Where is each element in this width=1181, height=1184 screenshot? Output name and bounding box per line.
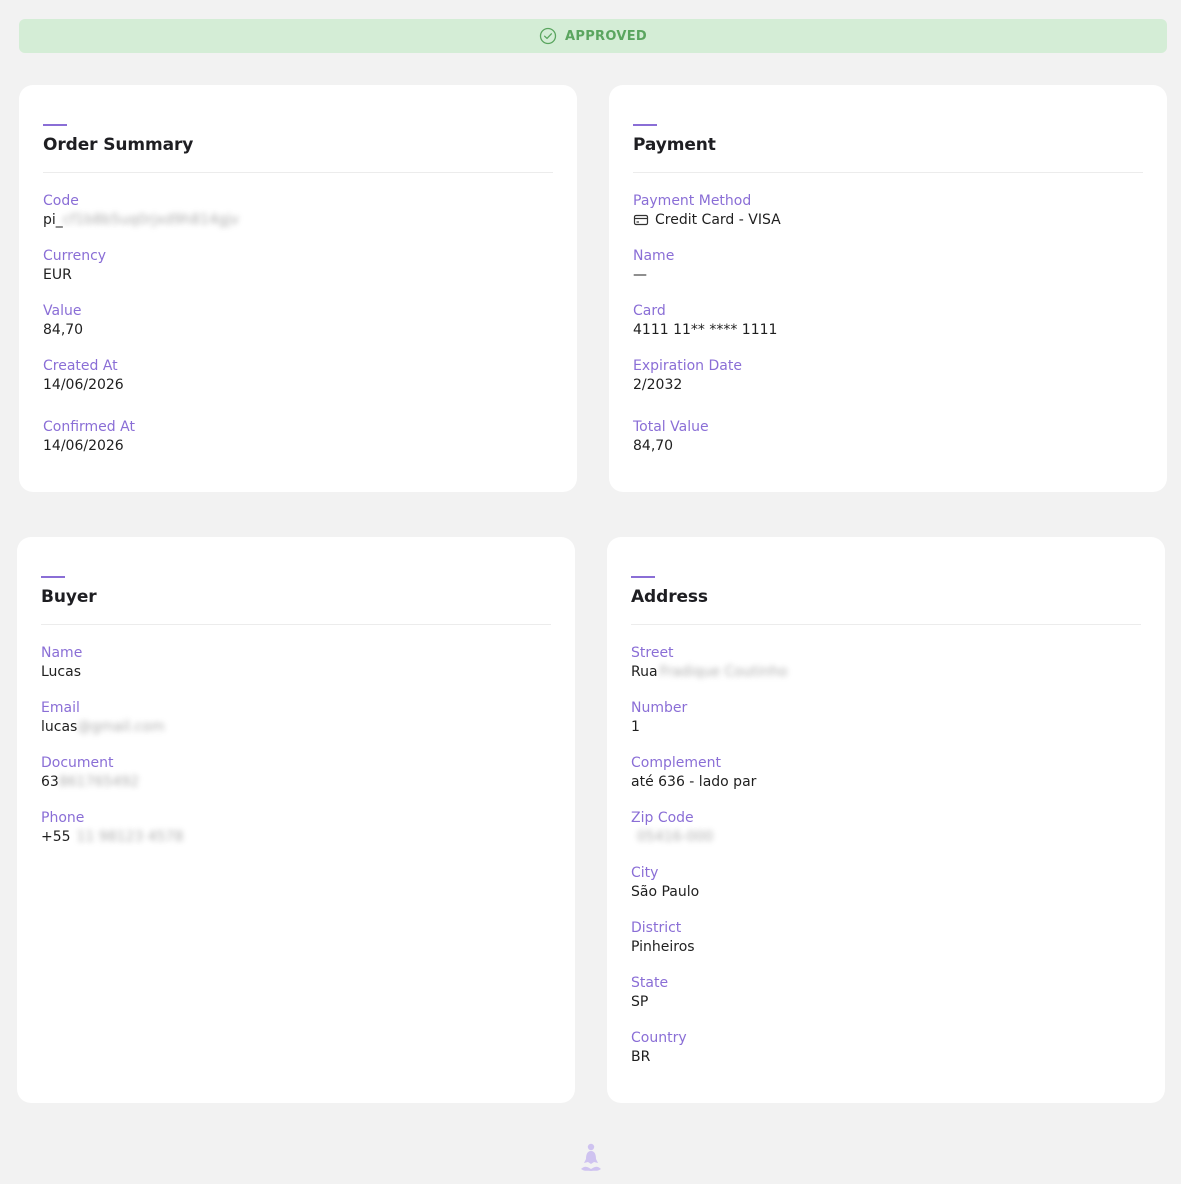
field-label: Street <box>631 645 674 661</box>
field-code: Code pi_ cf1b8b5uq0rjxd9h814gjv <box>43 192 553 230</box>
field-label: Confirmed At <box>43 419 135 435</box>
field-label: Number <box>631 700 688 716</box>
field-country: Country BR <box>631 1029 1141 1067</box>
field-value: 84,70 <box>43 322 84 338</box>
buyer-card: Buyer Name Lucas Email lucas @gmail.com D… <box>17 537 575 1103</box>
field-value: 1 <box>631 719 640 735</box>
field-value: Credit Card - VISA <box>633 210 1143 230</box>
field-value: BR <box>631 1049 651 1065</box>
field-value: 84,70 <box>633 438 674 454</box>
field-total-value: Total Value 84,70 <box>633 418 1143 456</box>
field-value: 4111 11** **** 1111 <box>633 322 778 338</box>
field-street: Street Rua Fradique Coutinho <box>631 644 1141 682</box>
field-label: Name <box>41 645 83 661</box>
field-value: 14/06/2026 <box>43 377 124 393</box>
field-confirmed-at: Confirmed At 14/06/2026 <box>43 418 553 456</box>
field-number: Number 1 <box>631 699 1141 737</box>
field-value: lucas @gmail.com <box>41 717 551 737</box>
field-value: 63 861765492 <box>41 772 551 792</box>
field-value: — <box>633 267 647 283</box>
field-label: Complement <box>631 755 721 771</box>
field-buyer-name: Name Lucas <box>41 644 551 682</box>
field-label: Country <box>631 1030 687 1046</box>
card-title: Payment <box>633 135 716 155</box>
field-value: 05416-000 <box>631 827 1141 847</box>
field-label: Expiration Date <box>633 358 742 374</box>
field-label: Value <box>43 303 82 319</box>
field-label: Created At <box>43 358 118 374</box>
field-label: Code <box>43 193 79 209</box>
field-label: Zip Code <box>631 810 694 826</box>
divider <box>41 624 551 625</box>
card-accent-line <box>633 124 657 126</box>
order-summary-card: Order Summary Code pi_ cf1b8b5uq0rjxd9h81… <box>19 85 577 492</box>
field-label: Currency <box>43 248 107 264</box>
field-label: Total Value <box>633 419 709 435</box>
card-accent-line <box>41 576 65 578</box>
zip-redacted: 05416-000 <box>637 829 714 845</box>
card-title: Order Summary <box>43 135 194 155</box>
email-prefix: lucas <box>41 719 78 735</box>
field-value: EUR <box>43 267 72 283</box>
status-banner: APPROVED <box>19 19 1167 53</box>
field-value: até 636 - lado par <box>631 774 757 790</box>
field-phone: Phone +55 11 98123 4578 <box>41 809 551 847</box>
field-created-at: Created At 14/06/2026 <box>43 357 553 395</box>
field-value: 14/06/2026 <box>43 438 124 454</box>
field-label: Phone <box>41 810 85 826</box>
field-value: 2/2032 <box>633 377 683 393</box>
field-value: São Paulo <box>631 884 700 900</box>
phone-prefix: +55 <box>41 829 71 845</box>
field-card: Card 4111 11** **** 1111 <box>633 302 1143 340</box>
status-label: APPROVED <box>565 28 647 44</box>
field-state: State SP <box>631 974 1141 1012</box>
field-document: Document 63 861765492 <box>41 754 551 792</box>
field-label: District <box>631 920 682 936</box>
field-value: Pinheiros <box>631 939 695 955</box>
field-value: Lucas <box>41 664 81 680</box>
phone-redacted: 11 98123 4578 <box>76 829 184 845</box>
field-value: SP <box>631 994 649 1010</box>
meditation-figure-icon <box>579 1142 603 1174</box>
street-prefix: Rua <box>631 664 658 680</box>
field-value: Rua Fradique Coutinho <box>631 662 1141 682</box>
field-district: District Pinheiros <box>631 919 1141 957</box>
field-value-amount: Value 84,70 <box>43 302 553 340</box>
document-prefix: 63 <box>41 774 59 790</box>
payment-card: Payment Payment Method Credit Card - VIS… <box>609 85 1167 492</box>
divider <box>43 172 553 173</box>
field-email: Email lucas @gmail.com <box>41 699 551 737</box>
credit-card-icon <box>633 212 649 228</box>
email-redacted: @gmail.com <box>77 719 165 735</box>
field-value: +55 11 98123 4578 <box>41 827 551 847</box>
street-redacted: Fradique Coutinho <box>659 664 788 680</box>
address-card: Address Street Rua Fradique Coutinho Numb… <box>607 537 1165 1103</box>
card-accent-line <box>631 576 655 578</box>
field-label: Name <box>633 248 675 264</box>
field-expiration-date: Expiration Date 2/2032 <box>633 357 1143 395</box>
field-value: pi_ cf1b8b5uq0rjxd9h814gjv <box>43 210 553 230</box>
field-complement: Complement até 636 - lado par <box>631 754 1141 792</box>
field-name: Name — <box>633 247 1143 285</box>
check-circle-icon <box>539 27 557 45</box>
field-zip-code: Zip Code 05416-000 <box>631 809 1141 847</box>
card-title: Address <box>631 587 708 607</box>
field-city: City São Paulo <box>631 864 1141 902</box>
payment-method-text: Credit Card - VISA <box>655 212 781 228</box>
field-label: City <box>631 865 659 881</box>
card-title: Buyer <box>41 587 97 607</box>
field-label: Email <box>41 700 80 716</box>
field-label: Document <box>41 755 114 771</box>
code-redacted: cf1b8b5uq0rjxd9h814gjv <box>62 212 239 228</box>
card-accent-line <box>43 124 67 126</box>
field-payment-method: Payment Method Credit Card - VISA <box>633 192 1143 230</box>
field-label: Payment Method <box>633 193 752 209</box>
divider <box>633 172 1143 173</box>
field-label: Card <box>633 303 666 319</box>
document-redacted: 861765492 <box>58 774 139 790</box>
field-currency: Currency EUR <box>43 247 553 285</box>
field-label: State <box>631 975 669 991</box>
divider <box>631 624 1141 625</box>
code-prefix: pi_ <box>43 212 63 228</box>
